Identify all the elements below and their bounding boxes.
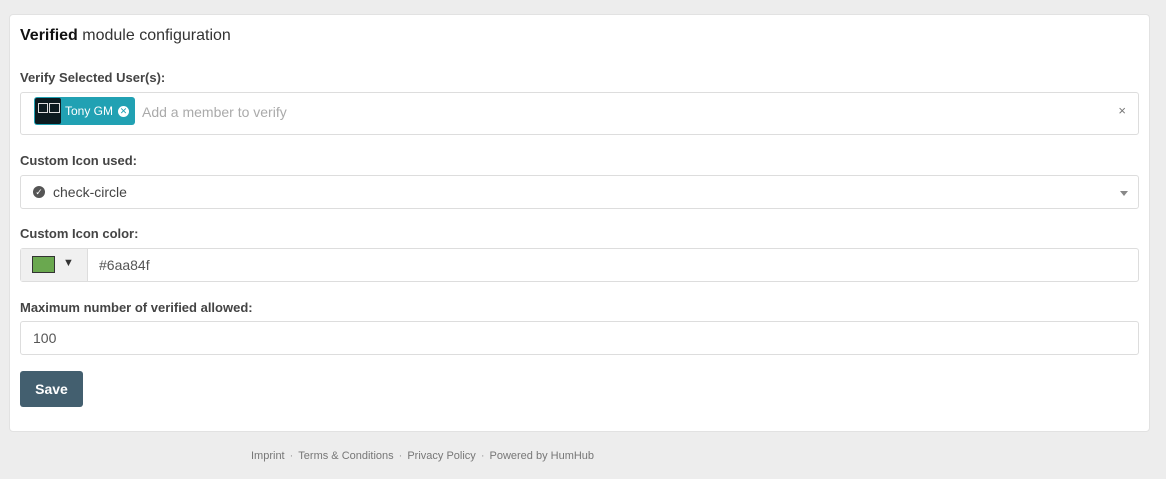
page-title-rest: module configuration (82, 27, 231, 44)
max-verified-value: 100 (33, 330, 57, 346)
remove-user-icon[interactable]: ✕ (118, 105, 130, 117)
check-circle-icon: ✓ (33, 186, 45, 198)
color-picker-button[interactable]: ▼ (21, 249, 88, 281)
footer-link-humhub[interactable]: HumHub (551, 450, 594, 462)
custom-icon-select[interactable]: ✓ check-circle (20, 175, 1139, 209)
max-verified-input[interactable]: 100 (20, 321, 1139, 355)
footer-separator: · (398, 450, 403, 462)
custom-color-label: Custom Icon color: (20, 226, 139, 241)
avatar (35, 98, 61, 124)
page-title-bold: Verified (20, 27, 78, 44)
caret-down-icon: ▼ (63, 257, 74, 269)
footer-link-privacy[interactable]: Privacy Policy (407, 450, 475, 462)
footer-powered-prefix: Powered by (489, 450, 548, 462)
color-input[interactable]: #6aa84f (99, 257, 150, 273)
max-verified-label: Maximum number of verified allowed: (20, 300, 253, 315)
selected-user-name: Tony GM (65, 104, 114, 118)
footer-link-terms[interactable]: Terms & Conditions (298, 450, 393, 462)
custom-icon-label: Custom Icon used: (20, 153, 138, 168)
color-swatch (32, 256, 55, 273)
custom-icon-value: check-circle (53, 184, 127, 200)
module-config-panel: Verified module configuration Verify Sel… (9, 14, 1150, 432)
footer-separator: · (480, 450, 485, 462)
verify-users-input[interactable]: Add a member to verify (142, 104, 287, 120)
clear-icon[interactable]: × (1118, 103, 1126, 118)
chevron-down-icon[interactable] (1120, 191, 1128, 196)
footer-separator: · (289, 450, 294, 462)
custom-color-field: ▼ #6aa84f (20, 248, 1139, 282)
verify-users-label: Verify Selected User(s): (20, 70, 166, 85)
page-title: Verified module configuration (20, 27, 231, 45)
footer: Imprint · Terms & Conditions · Privacy Polic… (251, 450, 594, 462)
selected-user-tag[interactable]: Tony GM ✕ (34, 97, 136, 125)
footer-link-imprint[interactable]: Imprint (251, 450, 285, 462)
save-button[interactable]: Save (20, 371, 83, 407)
verify-users-picker[interactable]: Tony GM ✕ Add a member to verify × (20, 92, 1139, 135)
